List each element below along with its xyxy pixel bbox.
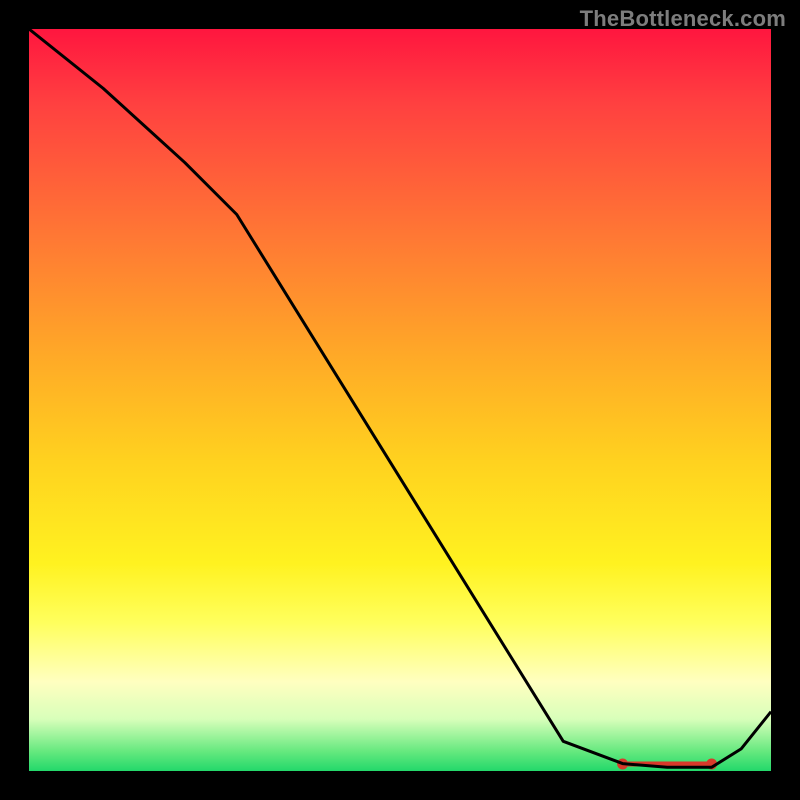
chart-stage: TheBottleneck.com [0,0,800,800]
chart-overlay [29,29,771,771]
main-curve [29,29,771,767]
watermark-text: TheBottleneck.com [580,6,786,32]
plot-area [29,29,771,771]
